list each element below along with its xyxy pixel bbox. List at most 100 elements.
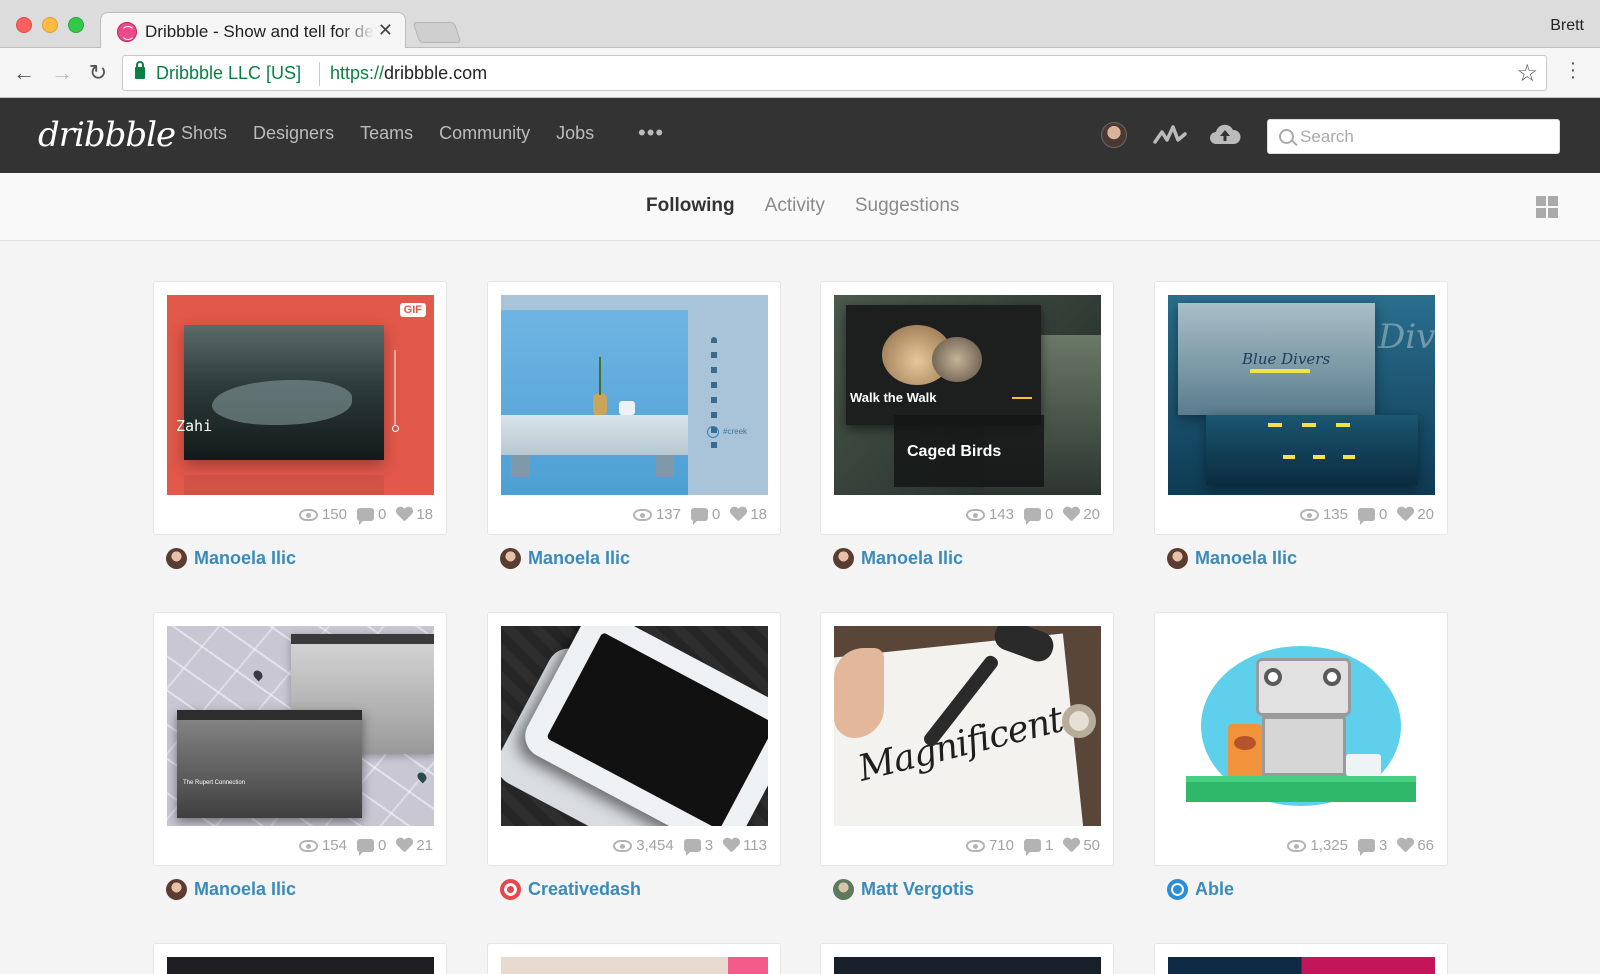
comments-stat[interactable]: 0 <box>356 837 386 856</box>
maximize-window-button[interactable] <box>68 17 84 33</box>
shot-image[interactable] <box>501 626 768 826</box>
activity-icon[interactable] <box>1153 122 1187 148</box>
shot-card[interactable]: Zahi GIF 150 0 18 <box>153 281 447 535</box>
author-avatar[interactable] <box>166 879 187 900</box>
shot-image[interactable]: Zahi GIF <box>167 295 434 495</box>
author-name[interactable]: Manoela Ilic <box>1195 548 1297 569</box>
author-avatar[interactable] <box>833 879 854 900</box>
shot-card[interactable]: Walk the Walk Caged Birds 143 0 20 <box>820 281 1114 535</box>
likes-stat[interactable]: 18 <box>396 506 433 523</box>
comments-stat[interactable]: 0 <box>356 506 386 525</box>
shot-card[interactable]: #creek 137 0 18 <box>487 281 781 535</box>
author-name[interactable]: Manoela Ilic <box>194 879 296 900</box>
author-avatar[interactable] <box>500 879 521 900</box>
comments-stat[interactable]: 0 <box>690 506 720 525</box>
minimize-window-button[interactable] <box>42 17 58 33</box>
shot-image[interactable] <box>834 957 1101 974</box>
shot-image[interactable] <box>501 957 768 974</box>
views-stat: 137 <box>632 506 681 523</box>
shot-image[interactable]: #creek <box>501 295 768 495</box>
new-tab-button[interactable] <box>412 22 462 43</box>
comments-stat[interactable]: 0 <box>1023 506 1053 525</box>
upload-cloud-icon[interactable] <box>1209 120 1241 148</box>
author-name[interactable]: Creativedash <box>528 879 641 900</box>
author-name[interactable]: Manoela Ilic <box>194 548 296 569</box>
comments-count: 3 <box>704 837 714 854</box>
lock-icon[interactable] <box>135 61 145 79</box>
author-avatar[interactable] <box>1167 879 1188 900</box>
comments-stat[interactable]: 3 <box>1357 837 1388 856</box>
comments-stat[interactable]: 3 <box>683 837 714 856</box>
shot-card[interactable]: 1,325 3 66 <box>1154 612 1448 866</box>
shot-art-text-2: Diver <box>1378 317 1435 357</box>
tab-title: Dribbble - Show and tell for designers <box>145 22 375 41</box>
shot-card[interactable] <box>153 943 447 974</box>
nav-shots[interactable]: Shots <box>181 123 227 144</box>
likes-stat[interactable]: 20 <box>1397 506 1434 523</box>
tab-close-icon[interactable]: ✕ <box>378 20 393 40</box>
search-box[interactable] <box>1267 119 1560 154</box>
comments-stat[interactable]: 1 <box>1023 837 1053 856</box>
tab-activity[interactable]: Activity <box>765 195 825 217</box>
browser-profile-name[interactable]: Brett <box>1550 17 1584 35</box>
search-input[interactable] <box>1300 125 1550 149</box>
nav-designers[interactable]: Designers <box>253 123 334 144</box>
shot-card[interactable] <box>1154 943 1448 974</box>
back-arrow-icon[interactable]: ← <box>12 61 36 85</box>
author-name[interactable]: Matt Vergotis <box>861 879 974 900</box>
shot-image[interactable]: The Rupert Connection <box>167 626 434 826</box>
comments-stat[interactable]: 0 <box>1357 506 1387 525</box>
likes-stat[interactable]: 113 <box>723 837 767 854</box>
shot-stats: 710 1 50 <box>965 837 1100 856</box>
shot-card[interactable] <box>820 943 1114 974</box>
likes-stat[interactable]: 66 <box>1397 837 1434 854</box>
site-header: dribbble Shots Designers Teams Community… <box>0 98 1600 173</box>
shot-image[interactable] <box>1168 626 1435 826</box>
comments-count: 3 <box>1378 837 1388 854</box>
reload-icon[interactable]: ↻ <box>86 61 110 85</box>
views-stat: 150 <box>298 506 347 523</box>
tab-following[interactable]: Following <box>646 195 735 217</box>
browser-menu-icon[interactable]: · · · <box>1568 53 1578 87</box>
ev-certificate-label[interactable]: Dribbble LLC [US] <box>156 63 301 84</box>
views-stat: 154 <box>298 837 347 854</box>
nav-community[interactable]: Community <box>439 123 530 144</box>
grid-view-icon[interactable] <box>1536 196 1558 218</box>
author-name[interactable]: Able <box>1195 879 1234 900</box>
shot-card[interactable]: The Rupert Connection 154 0 21 <box>153 612 447 866</box>
comment-icon <box>1023 508 1041 525</box>
user-avatar[interactable] <box>1101 122 1127 148</box>
close-window-button[interactable] <box>16 17 32 33</box>
nav-jobs[interactable]: Jobs <box>556 123 594 144</box>
shot-card[interactable] <box>487 943 781 974</box>
nav-teams[interactable]: Teams <box>360 123 413 144</box>
shot-image[interactable]: Magnificent <box>834 626 1101 826</box>
bookmark-star-icon[interactable]: ☆ <box>1516 59 1538 88</box>
shot-image[interactable] <box>167 957 434 974</box>
author-avatar[interactable] <box>500 548 521 569</box>
likes-stat[interactable]: 18 <box>730 506 767 523</box>
likes-stat[interactable]: 20 <box>1063 506 1100 523</box>
author-avatar[interactable] <box>1167 548 1188 569</box>
author-avatar[interactable] <box>166 548 187 569</box>
tab-suggestions[interactable]: Suggestions <box>855 195 960 217</box>
likes-stat[interactable]: 50 <box>1063 837 1100 854</box>
likes-stat[interactable]: 21 <box>396 837 433 854</box>
shot-card[interactable]: Magnificent 710 1 50 <box>820 612 1114 866</box>
shot-image[interactable]: Walk the Walk Caged Birds <box>834 295 1101 495</box>
shot-author: Manoela Ilic <box>833 548 963 569</box>
shot-card[interactable]: 3,454 3 113 <box>487 612 781 866</box>
shot-art-text: Zahi <box>176 417 213 435</box>
forward-arrow-icon[interactable]: → <box>50 61 74 85</box>
dribbble-logo[interactable]: dribbble <box>38 115 176 155</box>
shot-image[interactable]: Diver Blue Divers <box>1168 295 1435 495</box>
url-text[interactable]: https://dribbble.com <box>330 63 487 84</box>
address-bar[interactable]: Dribbble LLC [US] https://dribbble.com ☆ <box>122 55 1547 91</box>
shot-image[interactable] <box>1168 957 1435 974</box>
author-name[interactable]: Manoela Ilic <box>528 548 630 569</box>
author-avatar[interactable] <box>833 548 854 569</box>
shot-card[interactable]: Diver Blue Divers 135 0 20 <box>1154 281 1448 535</box>
browser-tab-active[interactable]: Dribbble - Show and tell for designers ✕ <box>100 12 406 49</box>
author-name[interactable]: Manoela Ilic <box>861 548 963 569</box>
more-menu-icon[interactable]: ••• <box>638 120 664 146</box>
